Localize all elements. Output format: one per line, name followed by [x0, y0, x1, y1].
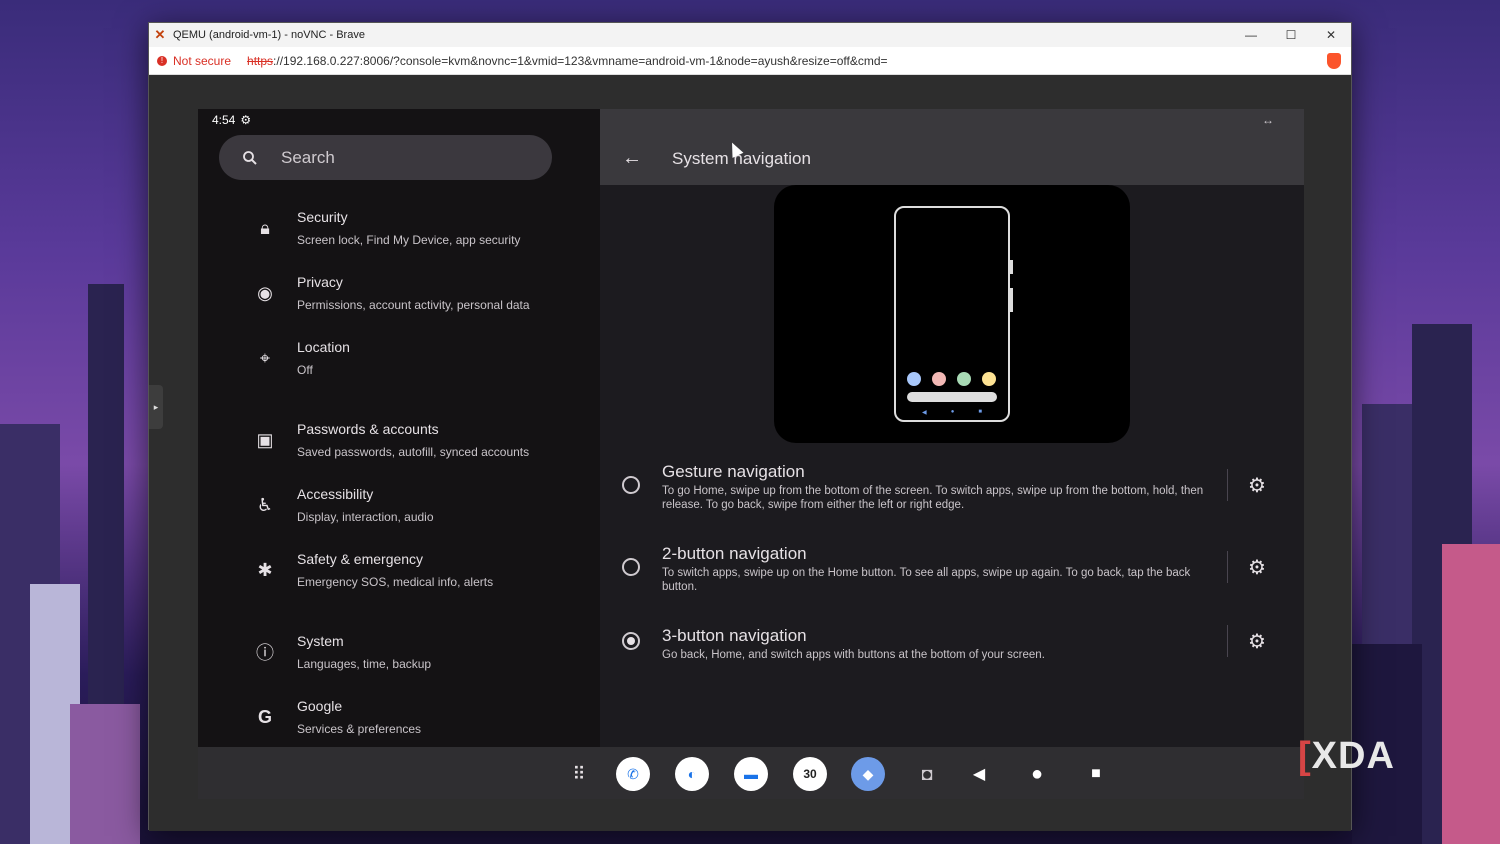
option-title: 3-button navigation [662, 626, 807, 645]
messages-icon[interactable]: ▬ [734, 757, 768, 791]
back-arrow-icon[interactable]: ← [622, 147, 642, 170]
duo-icon[interactable]: ◐ [675, 757, 709, 791]
title-bar: ✕ QEMU (android-vm-1) - noVNC - Brave — … [149, 23, 1351, 47]
sidebar-item-privacy[interactable]: ◉ Privacy Permissions, account activity, … [248, 272, 588, 322]
privacy-eye-icon: ◉ [257, 282, 273, 303]
radio-gesture[interactable] [622, 476, 640, 494]
settings-gear-status-icon: ⚙ [240, 113, 252, 127]
camera-icon[interactable]: ◘ [910, 757, 944, 791]
brave-shield-icon[interactable] [1327, 53, 1341, 69]
system-navigation-pane: ← System navigation ↔ ◀ ● ■ Gesture navi… [600, 109, 1304, 747]
status-bar: 4:54 ⚙ [212, 113, 251, 127]
account-box-icon: ▣ [256, 429, 274, 450]
option-description: To switch apps, swipe up on the Home but… [662, 567, 1191, 593]
search-icon [243, 150, 257, 165]
vnc-canvas[interactable]: ▸ 4:54 ⚙ Search 🔒︎ Security Screen lock, … [149, 75, 1351, 831]
panel-header: ← System navigation ↔ [600, 109, 1304, 185]
city-background-right [1352, 0, 1500, 844]
radio-3-button[interactable] [622, 632, 640, 650]
nav-recents-button[interactable]: ■ [1079, 757, 1113, 791]
app-drawer-icon[interactable]: ⠿ [562, 757, 596, 791]
nav-back-button[interactable]: ◀ [962, 757, 996, 791]
info-icon: ⓘ [256, 643, 274, 663]
accessibility-icon: ♿︎ [256, 494, 274, 515]
status-time: 4:54 [212, 113, 236, 127]
expand-icon[interactable]: ↔ [1262, 113, 1274, 127]
gear-icon[interactable]: ⚙ [1248, 555, 1266, 580]
minimize-button[interactable]: — [1231, 23, 1271, 47]
option-title: Gesture navigation [662, 462, 805, 481]
sidebar-item-system[interactable]: ⓘ System Languages, time, backup [248, 631, 588, 681]
sidebar-item-accessibility[interactable]: ♿︎ Accessibility Display, interaction, au… [248, 484, 588, 534]
lock-icon: 🔒︎ [260, 217, 270, 238]
sidebar-item-passwords[interactable]: ▣ Passwords & accounts Saved passwords, a… [248, 419, 588, 469]
window-title: QEMU (android-vm-1) - noVNC - Brave [173, 29, 365, 41]
calendar-icon[interactable]: 30 [793, 757, 827, 791]
sidebar-item-safety[interactable]: ✱ Safety & emergency Emergency SOS, medic… [248, 549, 588, 599]
option-description: Go back, Home, and switch apps with butt… [662, 649, 1045, 661]
not-secure-icon: ! [157, 55, 167, 66]
settings-list-pane: 4:54 ⚙ Search 🔒︎ Security Screen lock, Fi… [198, 109, 600, 747]
option-title: 2-button navigation [662, 544, 807, 563]
location-pin-icon: ⌖ [259, 347, 271, 368]
search-pill [907, 392, 997, 402]
novnc-control-handle[interactable]: ▸ [149, 385, 163, 429]
phone-icon[interactable]: ✆ [616, 757, 650, 791]
app-dot-4 [982, 372, 996, 386]
qemu-icon: ✕ [154, 27, 166, 42]
nav-buttons-preview: ◀ ● ■ [922, 409, 982, 416]
navigation-illustration: ◀ ● ■ [774, 185, 1130, 443]
app-dot-1 [907, 372, 921, 386]
city-background [0, 0, 148, 844]
url-text[interactable]: https://192.168.0.227:8006/?console=kvm&… [247, 54, 888, 68]
sidebar-item-security[interactable]: 🔒︎ Security Screen lock, Find My Device, … [248, 207, 588, 257]
emergency-asterisk-icon: ✱ [257, 559, 273, 580]
android-screen: 4:54 ⚙ Search 🔒︎ Security Screen lock, Fi… [198, 109, 1304, 799]
app-dot-2 [932, 372, 946, 386]
gear-icon[interactable]: ⚙ [1248, 473, 1266, 498]
option-description: To go Home, swipe up from the bottom of … [662, 485, 1204, 511]
address-bar[interactable]: ! Not secure https://192.168.0.227:8006/… [149, 47, 1351, 75]
maximize-button[interactable]: ☐ [1271, 23, 1311, 47]
maps-icon[interactable]: ◆ [851, 757, 885, 791]
gear-icon[interactable]: ⚙ [1248, 629, 1266, 654]
search-placeholder: Search [281, 147, 335, 167]
search-bar[interactable]: Search [219, 135, 552, 180]
close-button[interactable]: ✕ [1311, 23, 1351, 47]
xda-watermark: [XDA [1298, 735, 1395, 777]
radio-2-button[interactable] [622, 558, 640, 576]
not-secure-label[interactable]: Not secure [173, 54, 231, 68]
phone-outline: ◀ ● ■ [894, 206, 1013, 422]
nav-home-button[interactable]: ● [1020, 757, 1054, 791]
google-g-icon: G [257, 706, 272, 727]
sidebar-item-google[interactable]: G Google Services & preferences [248, 696, 588, 746]
app-dot-3 [957, 372, 971, 386]
sidebar-item-location[interactable]: ⌖ Location Off [248, 337, 588, 387]
browser-window: ✕ QEMU (android-vm-1) - noVNC - Brave — … [148, 22, 1352, 831]
taskbar: ⠿ ✆ ◐ ▬ 30 ◆ ◘ ◀ ● ■ [198, 747, 1304, 799]
